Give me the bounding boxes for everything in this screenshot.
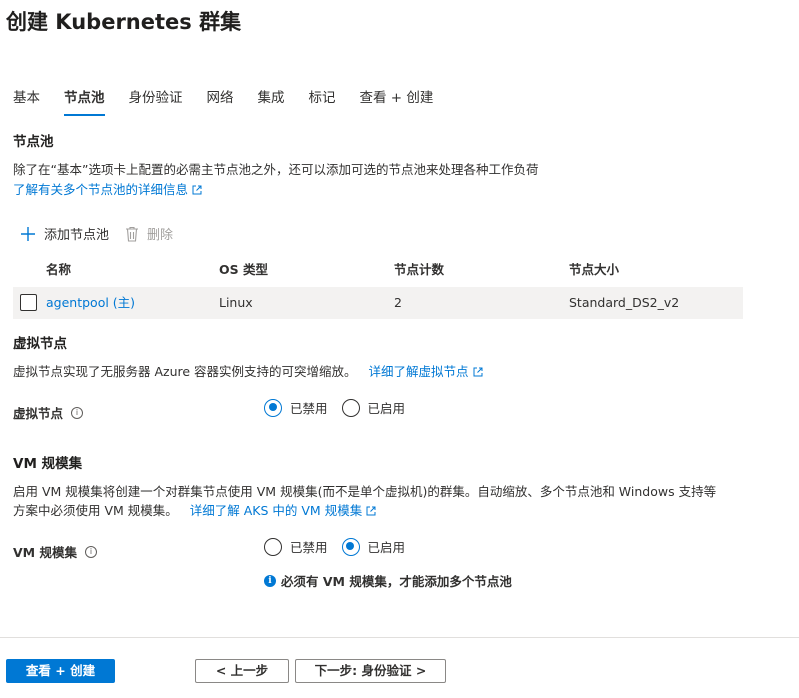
footer-divider — [0, 637, 799, 638]
tab-node-pools[interactable]: 节点池 — [64, 88, 105, 116]
vm-scale-sets-description-text: 方案中必须使用 VM 规模集。 — [13, 503, 178, 518]
info-filled-icon: i — [264, 574, 276, 587]
virtual-nodes-description-text: 虚拟节点实现了无服务器 Azure 容器实例支持的可突增缩放。 — [13, 364, 357, 379]
vm-scale-sets-enabled-radio[interactable]: 已启用 — [341, 537, 406, 556]
external-link-icon — [192, 185, 202, 195]
column-header-os-type: OS 类型 — [219, 262, 268, 277]
radio-button-checked[interactable] — [264, 398, 282, 417]
add-node-pool-label: 添加节点池 — [44, 228, 110, 243]
node-pools-heading: 节点池 — [13, 134, 54, 150]
vm-scale-sets-description-line1: 启用 VM 规模集将创建一个对群集节点使用 VM 规模集(而不是单个虚拟机)的群… — [13, 484, 717, 499]
column-header-name: 名称 — [46, 262, 72, 277]
tab-integrations[interactable]: 集成 — [258, 88, 285, 116]
virtual-nodes-radio-group: 已禁用 已启用 — [264, 398, 419, 417]
column-header-node-size: 节点大小 — [569, 262, 620, 277]
vm-scale-sets-note-text: 必须有 VM 规模集，才能添加多个节点池 — [281, 574, 512, 589]
tab-networking[interactable]: 网络 — [207, 88, 234, 116]
previous-button[interactable]: < 上一步 — [195, 659, 289, 683]
virtual-nodes-heading: 虚拟节点 — [13, 336, 67, 352]
vm-scale-sets-description-line2: 方案中必须使用 VM 规模集。 详细了解 AKS 中的 VM 规模集 — [13, 500, 376, 519]
virtual-nodes-field-label: 虚拟节点 i — [13, 403, 84, 422]
row-checkbox[interactable] — [20, 294, 37, 311]
vm-scale-sets-note: i 必须有 VM 规模集，才能添加多个节点池 — [264, 571, 512, 590]
virtual-nodes-learn-more-link[interactable]: 详细了解虚拟节点 — [369, 364, 469, 379]
vm-scale-sets-field-label: VM 规模集 i — [13, 542, 97, 561]
radio-label: 已启用 — [367, 540, 406, 555]
virtual-nodes-disabled-radio[interactable]: 已禁用 — [264, 398, 328, 417]
radio-button-checked[interactable] — [341, 537, 360, 556]
tab-tags[interactable]: 标记 — [309, 88, 336, 116]
radio-label: 已禁用 — [290, 540, 328, 555]
info-icon[interactable]: i — [84, 545, 97, 558]
virtual-nodes-enabled-radio[interactable]: 已启用 — [341, 398, 406, 417]
tab-bar: 基本 节点池 身份验证 网络 集成 标记 查看 + 创建 — [13, 88, 457, 116]
radio-button[interactable] — [341, 398, 360, 417]
vm-scale-sets-heading: VM 规模集 — [13, 456, 83, 472]
radio-label: 已启用 — [367, 401, 406, 416]
vm-scale-sets-label-text: VM 规模集 — [13, 545, 77, 560]
radio-button[interactable] — [264, 537, 282, 556]
add-node-pool-button[interactable]: 添加节点池 — [20, 224, 109, 243]
virtual-nodes-description: 虚拟节点实现了无服务器 Azure 容器实例支持的可突增缩放。 详细了解虚拟节点 — [13, 361, 483, 380]
node-pool-count: 2 — [394, 295, 402, 310]
delete-button[interactable]: 删除 — [125, 224, 173, 243]
tab-basics[interactable]: 基本 — [13, 88, 40, 116]
node-pools-command-bar: 添加节点池 删除 — [20, 224, 189, 243]
node-pools-table-header: 名称 OS 类型 节点计数 节点大小 — [13, 260, 743, 282]
review-create-button[interactable]: 查看 + 创建 — [6, 659, 115, 683]
info-icon[interactable]: i — [71, 406, 84, 419]
vm-scale-sets-learn-more-link[interactable]: 详细了解 AKS 中的 VM 规模集 — [190, 503, 362, 518]
vm-scale-sets-disabled-radio[interactable]: 已禁用 — [264, 537, 328, 556]
virtual-nodes-label-text: 虚拟节点 — [13, 406, 64, 421]
table-row[interactable]: agentpool (主) Linux 2 Standard_DS2_v2 — [13, 287, 743, 319]
external-link-icon — [366, 506, 376, 516]
tab-review-create[interactable]: 查看 + 创建 — [360, 88, 434, 116]
column-header-node-count: 节点计数 — [394, 262, 445, 277]
vm-scale-sets-radio-group: 已禁用 已启用 — [264, 537, 419, 556]
page-title: 创建 Kubernetes 群集 — [6, 10, 242, 34]
plus-icon — [21, 226, 35, 241]
tab-authentication[interactable]: 身份验证 — [129, 88, 183, 116]
next-button[interactable]: 下一步: 身份验证 > — [295, 659, 446, 683]
node-pools-description: 除了在“基本”选项卡上配置的必需主节点池之外，还可以添加可选的节点池来处理各种工… — [13, 162, 539, 177]
node-pools-learn-more-link[interactable]: 了解有关多个节点池的详细信息 — [13, 182, 188, 197]
external-link-icon — [473, 367, 483, 377]
trash-icon — [126, 226, 139, 242]
node-pool-name-link[interactable]: agentpool (主) — [46, 287, 135, 319]
node-pool-size: Standard_DS2_v2 — [569, 295, 680, 310]
delete-label: 删除 — [147, 228, 174, 243]
node-pools-learn-more[interactable]: 了解有关多个节点池的详细信息 — [13, 179, 202, 198]
node-pool-os: Linux — [219, 295, 253, 310]
radio-label: 已禁用 — [290, 401, 328, 416]
